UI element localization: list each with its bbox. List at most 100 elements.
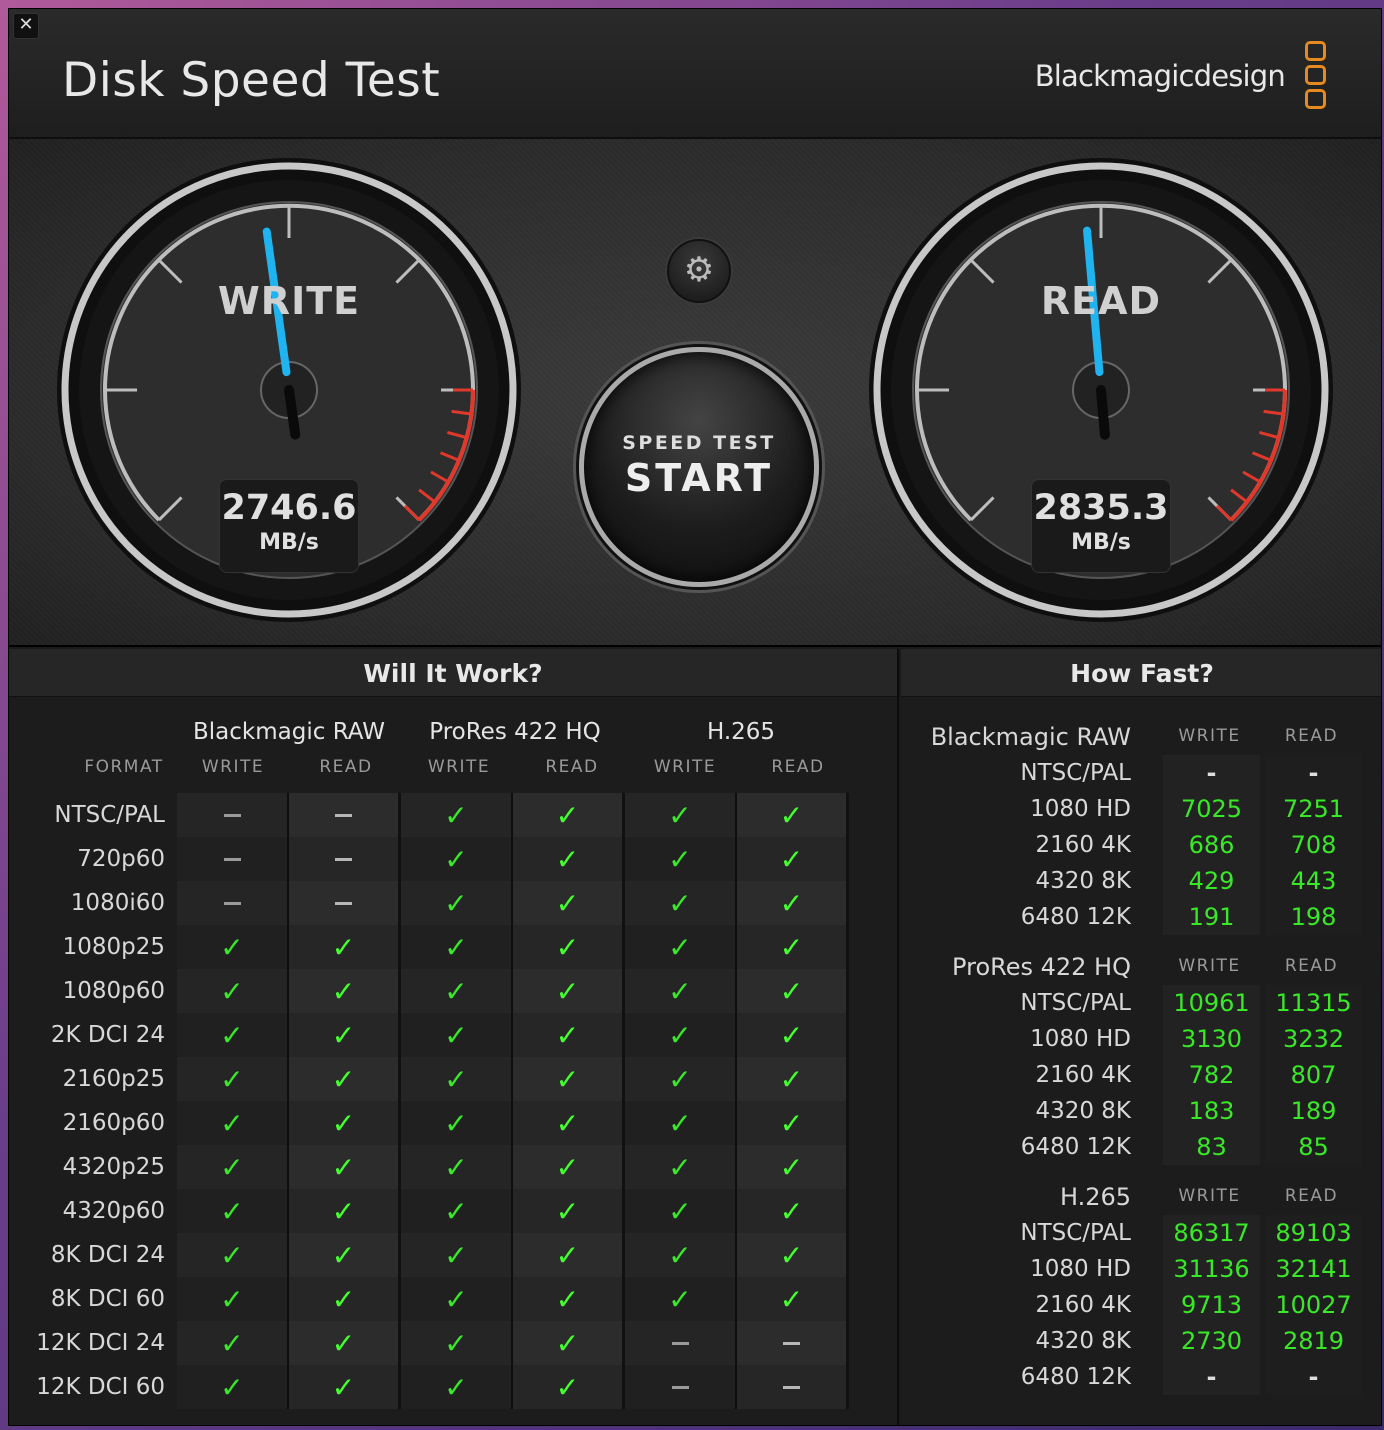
settings-button[interactable]: ⚙ (667, 239, 731, 303)
format-label: 12K DCI 24 (36, 1330, 165, 1356)
check-icon: ✓ (444, 1018, 468, 1052)
check-icon: ✓ (331, 1106, 356, 1140)
check-icon: ✓ (779, 1062, 804, 1096)
table-cell: ✓ (625, 1145, 737, 1189)
how-fast-write-value: 7025 (1163, 791, 1260, 827)
how-fast-format-label: NTSC/PAL (1020, 1220, 1131, 1246)
table-cell: ✓ (401, 1145, 513, 1189)
check-icon: ✓ (555, 1238, 580, 1272)
check-icon: ✓ (220, 1150, 244, 1184)
speed-test-start-button[interactable]: SPEED TEST START (579, 347, 819, 587)
check-icon: ✓ (444, 1238, 468, 1272)
table-cell: ✓ (513, 1233, 625, 1277)
check-icon: ✓ (668, 1106, 692, 1140)
how-fast-read-value: 807 (1265, 1057, 1362, 1093)
format-label: 4320p25 (62, 1154, 165, 1180)
table-cell: ✓ (289, 1101, 401, 1145)
table-cell: ✓ (177, 1277, 289, 1321)
check-icon: ✓ (444, 842, 468, 876)
table-cell: ✓ (177, 1101, 289, 1145)
format-column-header: FORMAT (84, 757, 164, 777)
check-icon: ✓ (444, 974, 468, 1008)
table-cell: ✓ (177, 969, 289, 1013)
how-fast-write-value: 2730 (1163, 1323, 1260, 1359)
check-icon: ✓ (779, 886, 804, 920)
format-label: 1080i60 (70, 890, 165, 916)
check-icon: ✓ (779, 798, 804, 832)
subcolumn-header: WRITE (201, 757, 265, 777)
check-icon: ✓ (444, 930, 468, 964)
read-readout: 2835.3 MB/s (1031, 479, 1171, 573)
table-cell: ✓ (737, 793, 849, 837)
check-icon: ✓ (779, 1194, 804, 1228)
how-fast-format-label: 2160 4K (1035, 1292, 1131, 1318)
table-cell: ✓ (737, 881, 849, 925)
write-speed-unit: MB/s (259, 530, 319, 555)
check-icon: ✓ (555, 886, 580, 920)
check-icon: ✓ (555, 1282, 580, 1316)
format-label: NTSC/PAL (54, 802, 165, 828)
dash-icon (223, 901, 241, 905)
table-cell: ✓ (177, 1321, 289, 1365)
will-it-work-panel: Will It Work? FORMAT Blackmagic RAW ProR… (9, 649, 899, 1425)
check-icon: ✓ (331, 974, 356, 1008)
check-icon: ✓ (331, 1062, 356, 1096)
check-icon: ✓ (555, 974, 580, 1008)
close-button[interactable]: ✕ (13, 13, 39, 39)
table-cell (289, 881, 401, 925)
how-fast-subheader: READ (1284, 1186, 1339, 1206)
check-icon: ✓ (668, 1238, 692, 1272)
check-icon: ✓ (331, 1018, 356, 1052)
how-fast-subheader: WRITE (1178, 726, 1241, 746)
table-cell: ✓ (625, 1189, 737, 1233)
table-cell: ✓ (513, 881, 625, 925)
table-cell: ✓ (177, 1145, 289, 1189)
check-icon: ✓ (668, 1062, 692, 1096)
dash-icon (335, 813, 352, 817)
table-cell: ✓ (289, 925, 401, 969)
read-speed-unit: MB/s (1071, 530, 1131, 555)
check-icon: ✓ (668, 1150, 692, 1184)
format-label: 1080p60 (62, 978, 165, 1004)
check-icon: ✓ (668, 842, 692, 876)
how-fast-format-label: 4320 8K (1035, 868, 1131, 894)
table-cell: ✓ (513, 1101, 625, 1145)
table-cell (177, 837, 289, 881)
how-fast-format-label: NTSC/PAL (1020, 990, 1131, 1016)
start-button-label: START (624, 456, 774, 500)
table-row: ✓ ✓ ✓ ✓ (177, 837, 849, 881)
table-cell: ✓ (401, 1365, 513, 1409)
format-label: 2160p25 (62, 1066, 165, 1092)
how-fast-read-value: - (1265, 755, 1362, 791)
table-cell: ✓ (737, 1277, 849, 1321)
table-cell: ✓ (513, 1145, 625, 1189)
how-fast-format-label: 1080 HD (1030, 1256, 1131, 1282)
check-icon: ✓ (555, 930, 580, 964)
format-label: 8K DCI 60 (50, 1286, 165, 1312)
table-row: ✓ ✓ ✓ ✓ ✓ ✓ (177, 1233, 849, 1277)
table-cell: ✓ (625, 925, 737, 969)
check-icon: ✓ (331, 1194, 356, 1228)
app-window: Disk Speed Test Blackmagicdesign ✕ WRITE… (8, 8, 1382, 1426)
check-icon: ✓ (779, 1150, 804, 1184)
check-icon: ✓ (220, 1106, 244, 1140)
table-cell: ✓ (289, 1057, 401, 1101)
check-icon: ✓ (331, 1326, 356, 1360)
table-row: ✓ ✓ ✓ ✓ ✓ ✓ (177, 1101, 849, 1145)
table-cell: ✓ (401, 969, 513, 1013)
app-title: Disk Speed Test (62, 53, 441, 108)
dash-icon (223, 813, 241, 817)
how-fast-format-label: 6480 12K (1020, 1134, 1131, 1160)
how-fast-subheader: READ (1284, 726, 1339, 746)
subcolumn-header: WRITE (427, 757, 491, 777)
table-cell (737, 1321, 849, 1365)
how-fast-write-value: 31136 (1163, 1251, 1260, 1287)
check-icon: ✓ (779, 930, 804, 964)
how-fast-read-value: 198 (1265, 899, 1362, 935)
brand-name: Blackmagicdesign (1034, 59, 1286, 93)
table-cell: ✓ (289, 1365, 401, 1409)
table-cell: ✓ (289, 1145, 401, 1189)
table-cell: ✓ (401, 1233, 513, 1277)
check-icon: ✓ (555, 798, 580, 832)
how-fast-read-value: - (1265, 1359, 1362, 1395)
